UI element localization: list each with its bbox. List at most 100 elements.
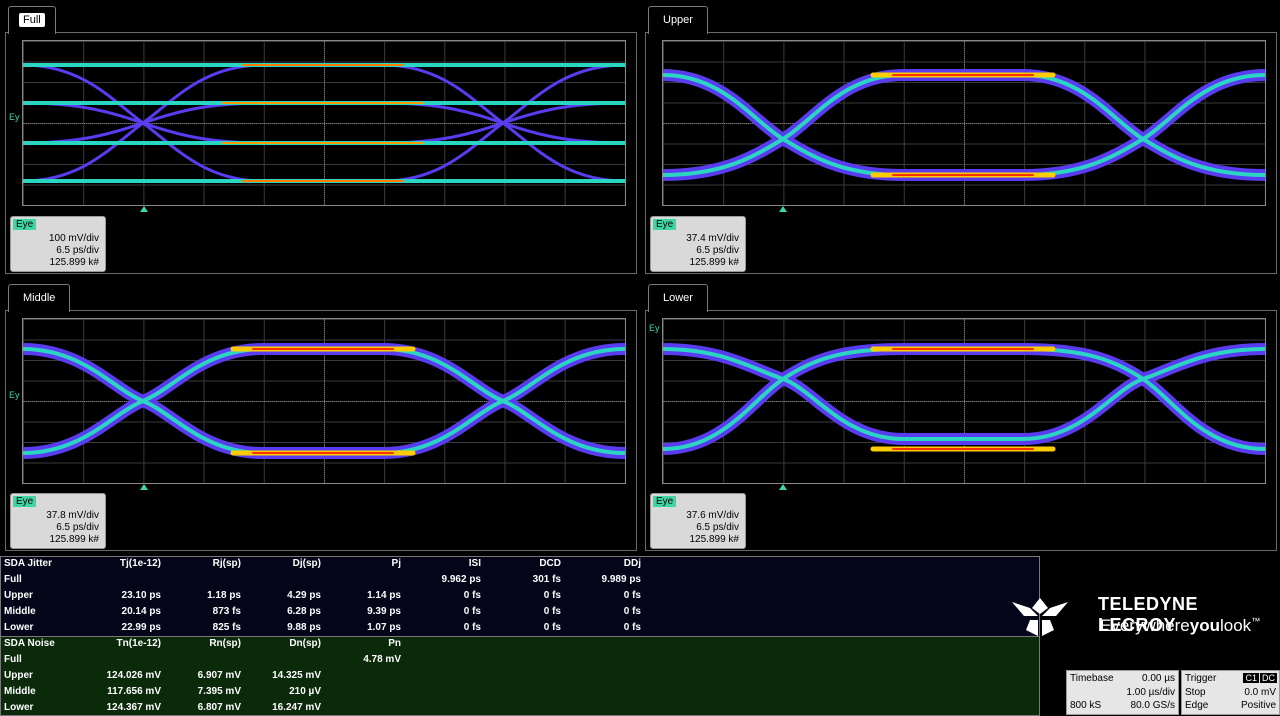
column-header: Pn	[388, 638, 401, 649]
eye-tag: Eye	[653, 496, 677, 507]
sample-count: 125.899 k#	[689, 257, 740, 268]
column-header: Rn(sp)	[209, 638, 241, 649]
table-cell: 9.88 ps	[287, 622, 321, 633]
table-title: SDA Noise	[4, 638, 55, 649]
timebase-delay: 0.00 µs	[1141, 673, 1175, 684]
column-header: Pj	[391, 558, 401, 569]
table-cell: 6.28 ps	[287, 606, 321, 617]
sda-noise-table[interactable]: SDA Noise Tn(1e-12) Rn(sp) Dn(sp) Pn Full 4.78…	[0, 636, 1040, 716]
timebase-box[interactable]: Timebase 0.00 µs 1.00 µs/div 800 kS 80.0…	[1066, 670, 1179, 715]
row-label: Middle	[4, 606, 36, 617]
eye-trace-marker: Ey	[9, 390, 20, 400]
volts-per-div: 100 mV/div	[48, 233, 99, 244]
trigger-marker	[140, 484, 148, 490]
eye-diagram-lower	[663, 343, 1265, 455]
tab-full[interactable]: Full	[8, 6, 56, 34]
column-header: Dj(sp)	[292, 558, 321, 569]
table-cell: 124.026 mV	[106, 670, 162, 681]
volts-per-div: 37.4 mV/div	[686, 233, 739, 244]
table-cell: 0 fs	[543, 606, 561, 617]
row-label: Lower	[4, 622, 34, 633]
eye-trace-marker: Ey	[649, 323, 660, 333]
sample-count: 125.899 k#	[49, 534, 100, 545]
trigger-slope: Positive	[1240, 700, 1276, 711]
table-cell: 16.247 mV	[272, 702, 321, 713]
tab-middle[interactable]: Middle	[8, 284, 71, 312]
table-cell: 1.14 ps	[367, 590, 401, 601]
time-per-div: 6.5 ps/div	[696, 522, 739, 533]
eye-descriptor-middle[interactable]: Eye 37.8 mV/div 6.5 ps/div 125.899 k#	[10, 493, 106, 549]
eye-panel-full[interactable]: Ey Eye 100 mV/div 6.5 ps/div 125.899 k#	[5, 32, 637, 274]
eye-tag: Eye	[653, 219, 677, 230]
column-header: Rj(sp)	[212, 558, 241, 569]
eye-grid-lower[interactable]	[662, 318, 1266, 484]
time-per-div: 6.5 ps/div	[56, 245, 99, 256]
table-cell: 0 fs	[543, 622, 561, 633]
sample-count: 125.899 k#	[49, 257, 100, 268]
eye-diagram-full	[23, 63, 625, 183]
sample-count: 125.899 k#	[689, 534, 740, 545]
sda-jitter-table[interactable]: SDA Jitter Tj(1e-12) Rj(sp) Dj(sp) Pj ISI DCD D…	[0, 556, 1040, 637]
table-cell: 6.807 mV	[197, 702, 241, 713]
column-header: Tn(1e-12)	[116, 638, 161, 649]
tab-upper[interactable]: Upper	[648, 6, 708, 34]
time-per-div: 6.5 ps/div	[56, 522, 99, 533]
timebase-rate: 80.0 GS/s	[1130, 700, 1175, 711]
table-cell: 0 fs	[623, 622, 641, 633]
table-cell: 9.39 ps	[367, 606, 401, 617]
eye-grid-middle[interactable]	[22, 318, 626, 484]
eye-diagram-middle	[23, 343, 625, 459]
eye-descriptor-full[interactable]: Eye 100 mV/div 6.5 ps/div 125.899 k#	[10, 216, 106, 272]
row-label: Upper	[4, 670, 33, 681]
eye-panel-upper[interactable]: Eye 37.4 mV/div 6.5 ps/div 125.899 k#	[645, 32, 1277, 274]
eye-grid-full[interactable]	[22, 40, 626, 206]
eye-panel-middle[interactable]: Ey Eye 37.8 mV/div 6.5 ps/div 125.899 k#	[5, 310, 637, 551]
trigger-marker	[779, 484, 787, 490]
eye-panel-lower[interactable]: Ey Eye 37.6 mV/div 6.5 ps/div 125.899 k#	[645, 310, 1277, 551]
teledyne-logo-icon	[1012, 598, 1068, 636]
table-cell: 14.325 mV	[272, 670, 321, 681]
table-cell: 124.367 mV	[106, 702, 162, 713]
tab-lower[interactable]: Lower	[648, 284, 708, 312]
timebase-tdiv: 1.00 µs/div	[1126, 687, 1175, 698]
eye-descriptor-upper[interactable]: Eye 37.4 mV/div 6.5 ps/div 125.899 k#	[650, 216, 746, 272]
time-per-div: 6.5 ps/div	[696, 245, 739, 256]
table-cell: 23.10 ps	[121, 590, 161, 601]
table-cell: 4.29 ps	[287, 590, 321, 601]
trigger-mode: Stop	[1185, 687, 1206, 698]
table-cell: 0 fs	[463, 606, 481, 617]
table-cell: 9.989 ps	[601, 574, 641, 585]
volts-per-div: 37.8 mV/div	[46, 510, 99, 521]
table-cell: 301 fs	[532, 574, 561, 585]
timebase-label: Timebase	[1070, 673, 1114, 684]
timebase-samples: 800 kS	[1070, 700, 1102, 711]
column-header: ISI	[468, 558, 481, 569]
table-cell: 0 fs	[623, 606, 641, 617]
table-cell: 20.14 ps	[121, 606, 161, 617]
table-cell: 210 µV	[289, 686, 321, 697]
table-cell: 4.78 mV	[363, 654, 401, 665]
table-cell: 9.962 ps	[441, 574, 481, 585]
column-header: Tj(1e-12)	[119, 558, 161, 569]
row-label: Upper	[4, 590, 33, 601]
trigger-marker	[140, 206, 148, 212]
brand-tagline: Everywhereyoulook™	[1100, 616, 1261, 635]
eye-descriptor-lower[interactable]: Eye 37.6 mV/div 6.5 ps/div 125.899 k#	[650, 493, 746, 549]
volts-per-div: 37.6 mV/div	[686, 510, 739, 521]
trigger-level: 0.0 mV	[1244, 687, 1276, 698]
trigger-marker	[779, 206, 787, 212]
table-cell: 7.395 mV	[197, 686, 241, 697]
table-cell: 6.907 mV	[197, 670, 241, 681]
eye-grid-upper[interactable]	[662, 40, 1266, 206]
trigger-label: Trigger	[1185, 673, 1217, 684]
teledyne-lecroy-logo: TELEDYNE LECROY Everywhereyoulook™	[1008, 592, 1276, 640]
table-cell: 0 fs	[463, 590, 481, 601]
column-header: DDj	[623, 558, 641, 569]
row-label: Full	[4, 654, 22, 665]
column-header: Dn(sp)	[289, 638, 321, 649]
table-cell: 0 fs	[463, 622, 481, 633]
trigger-box[interactable]: Trigger C1 DC Stop 0.0 mV Edge Positive	[1181, 670, 1280, 715]
table-cell: 1.07 ps	[367, 622, 401, 633]
trigger-type: Edge	[1185, 700, 1209, 711]
eye-tag: Eye	[13, 219, 37, 230]
